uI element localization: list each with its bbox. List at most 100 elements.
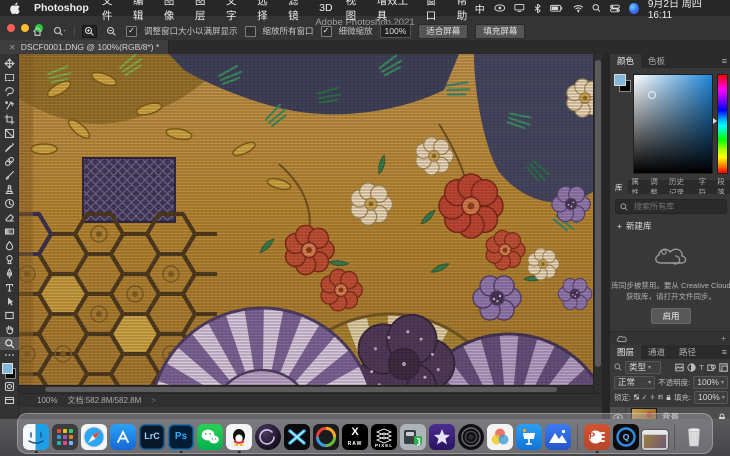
- status-flyout-icon[interactable]: >: [151, 396, 156, 405]
- libraries-search-input[interactable]: [632, 201, 722, 212]
- dock-trash[interactable]: [681, 424, 707, 450]
- tab-properties[interactable]: 属性: [628, 180, 647, 194]
- dock-lens-app[interactable]: [458, 424, 484, 450]
- tool-eyedropper[interactable]: [2, 141, 16, 154]
- bluetooth-icon[interactable]: [534, 3, 541, 14]
- menu-file[interactable]: 文件: [102, 0, 120, 23]
- tab-layers[interactable]: 图层: [610, 345, 641, 359]
- hue-slider[interactable]: [717, 74, 728, 174]
- filter-smart-object-icon[interactable]: [719, 363, 728, 372]
- tool-dodge[interactable]: [2, 253, 16, 266]
- lock-artboard-icon[interactable]: [658, 393, 663, 401]
- fill-screen-button[interactable]: 填充屏幕: [475, 24, 525, 39]
- dock-launchpad[interactable]: [52, 424, 78, 450]
- tool-eraser[interactable]: [2, 211, 16, 224]
- add-library-item-icon[interactable]: +: [721, 333, 726, 343]
- dock-creative-cloud[interactable]: [313, 424, 339, 450]
- filter-adjustment-icon[interactable]: [687, 363, 696, 372]
- dock-app-store[interactable]: [110, 424, 136, 450]
- vertical-scrollbar-thumb[interactable]: [595, 60, 601, 367]
- filter-type-icon[interactable]: T: [699, 363, 704, 372]
- lock-position-icon[interactable]: [650, 393, 655, 401]
- opacity-select[interactable]: 100%▾: [693, 376, 728, 389]
- panel-menu-icon[interactable]: ≡: [717, 54, 730, 68]
- tool-marquee[interactable]: [2, 71, 16, 84]
- dock-photoshop[interactable]: Ps: [168, 424, 194, 450]
- dock-minimized-window[interactable]: [642, 430, 668, 450]
- input-method-indicator[interactable]: 中: [475, 1, 485, 16]
- horizontal-scrollbar[interactable]: [19, 385, 593, 393]
- dock-powerpoint[interactable]: P: [584, 424, 610, 450]
- dock-safari[interactable]: [81, 424, 107, 450]
- tool-pen[interactable]: [2, 267, 16, 280]
- scrubby-zoom-checkbox[interactable]: ✓: [321, 26, 332, 37]
- dock-pixel[interactable]: PIXEL: [371, 424, 397, 450]
- dock-x-raw[interactable]: X RAW: [342, 424, 368, 450]
- wifi-icon[interactable]: [573, 4, 584, 13]
- menu-view[interactable]: 视图: [346, 0, 364, 23]
- tab-libraries[interactable]: 库: [610, 180, 628, 194]
- tool-type[interactable]: [2, 281, 16, 294]
- dock-keynote[interactable]: [516, 424, 542, 450]
- zoom-percent-field[interactable]: 100%: [380, 24, 412, 38]
- dock-raw-converter[interactable]: [400, 424, 426, 450]
- menu-layer[interactable]: 图层: [195, 0, 213, 23]
- fill-select[interactable]: 100%▾: [694, 391, 728, 404]
- menubar-app-name[interactable]: Photoshop: [34, 2, 89, 14]
- zoom-tool-preset[interactable]: [52, 25, 67, 38]
- display-icon[interactable]: [514, 3, 525, 13]
- menu-window[interactable]: 窗口: [426, 0, 444, 23]
- dock-wechat[interactable]: [197, 424, 223, 450]
- menu-select[interactable]: 选择: [257, 0, 275, 23]
- tool-object-selection[interactable]: [2, 99, 16, 112]
- libraries-search[interactable]: [615, 199, 727, 214]
- tab-swatches[interactable]: 色板: [641, 54, 672, 68]
- tab-history[interactable]: 历史记录: [665, 180, 695, 194]
- tool-blur[interactable]: [2, 239, 16, 252]
- canvas[interactable]: [19, 54, 593, 393]
- tool-history-brush[interactable]: [2, 197, 16, 210]
- tab-paths[interactable]: 路径: [672, 345, 703, 359]
- quick-mask-button[interactable]: [2, 380, 16, 393]
- layers-panel-menu-icon[interactable]: ≡: [717, 345, 730, 359]
- horizontal-scrollbar-thumb[interactable]: [45, 387, 557, 392]
- menubar-clock[interactable]: 9月2日 周四 16:11: [648, 0, 720, 21]
- dock-mountain-app[interactable]: [545, 424, 571, 450]
- menu-edit[interactable]: 编辑: [133, 0, 151, 23]
- dock-qq[interactable]: [226, 424, 252, 450]
- tab-color[interactable]: 颜色: [610, 54, 641, 68]
- tab-character[interactable]: 字符: [695, 180, 714, 194]
- hue-slider-pointer[interactable]: [713, 118, 717, 124]
- lock-all-icon[interactable]: [666, 393, 671, 402]
- battery-icon[interactable]: [550, 4, 563, 13]
- panel-foreground-swatch[interactable]: [614, 74, 626, 86]
- tool-crop[interactable]: [2, 113, 16, 126]
- tool-healing-brush[interactable]: [2, 155, 16, 168]
- spotlight-icon[interactable]: [592, 3, 601, 13]
- apple-menu[interactable]: [10, 2, 21, 15]
- menu-3d[interactable]: 3D: [319, 2, 332, 14]
- dock-star-app[interactable]: [429, 424, 455, 450]
- tool-zoom[interactable]: [0, 337, 20, 350]
- fit-screen-button[interactable]: 适合屏幕: [418, 24, 468, 39]
- dock-q-app[interactable]: Q: [613, 424, 639, 450]
- menu-plugins[interactable]: 增效工具: [377, 0, 413, 23]
- screen-mode-button[interactable]: [2, 394, 16, 407]
- blend-mode-select[interactable]: 正常▾: [614, 376, 655, 389]
- dock-capture-one[interactable]: [255, 424, 281, 450]
- filter-pixel-icon[interactable]: [675, 363, 684, 372]
- document-tab[interactable]: ✕ DSCF0001.DNG @ 100%(RGB/8*) *: [0, 40, 169, 54]
- lock-pixels-icon[interactable]: [642, 393, 647, 401]
- tool-path-select[interactable]: [2, 295, 16, 308]
- dock-color-circles-app[interactable]: [487, 424, 513, 450]
- resize-windows-checkbox[interactable]: ✓: [126, 26, 137, 37]
- tool-clone-stamp[interactable]: [2, 183, 16, 196]
- layer-filter-select[interactable]: 类型▾: [625, 361, 661, 374]
- zoom-all-checkbox[interactable]: [245, 26, 256, 37]
- status-zoom-field[interactable]: 100%: [37, 396, 57, 405]
- dock-x-app[interactable]: [284, 424, 310, 450]
- menu-help[interactable]: 帮助: [457, 0, 475, 23]
- tool-brush[interactable]: [2, 169, 16, 182]
- zoom-in-button[interactable]: [82, 25, 97, 38]
- tool-hand[interactable]: [2, 323, 16, 336]
